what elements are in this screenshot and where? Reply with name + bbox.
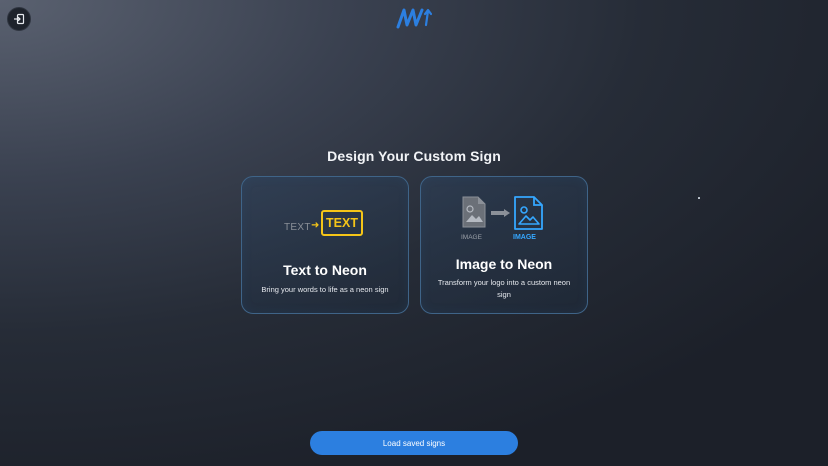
arrow-right-icon: ➜ xyxy=(311,220,320,231)
neon-text-label: TEXT xyxy=(321,210,363,236)
image-file-grey-icon xyxy=(462,196,486,228)
card-description: Bring your words to life as a neon sign xyxy=(261,285,389,294)
exit-icon xyxy=(14,13,25,25)
image-label-to: IMAGE xyxy=(513,234,536,241)
load-saved-signs-button[interactable]: Load saved signs xyxy=(310,431,518,455)
page-title: Design Your Custom Sign xyxy=(327,148,501,164)
card-title: Text to Neon xyxy=(283,262,367,278)
image-file-neon-icon xyxy=(514,196,543,230)
exit-button[interactable] xyxy=(7,7,31,31)
plain-text-label: TEXT xyxy=(284,222,311,233)
card-title: Image to Neon xyxy=(455,256,553,272)
brand-logo-icon xyxy=(396,8,432,29)
image-to-neon-card[interactable]: IMAGE IMAGE Image to Neon Transform your… xyxy=(420,176,588,314)
image-label-from: IMAGE xyxy=(461,234,482,241)
card-description: Transform your logo into a custom neon s… xyxy=(437,278,571,299)
text-to-neon-card[interactable]: TEXT ➜ TEXT Text to Neon Bring your word… xyxy=(241,176,409,314)
background-sparkle xyxy=(698,197,700,199)
arrow-right-icon xyxy=(491,209,510,217)
